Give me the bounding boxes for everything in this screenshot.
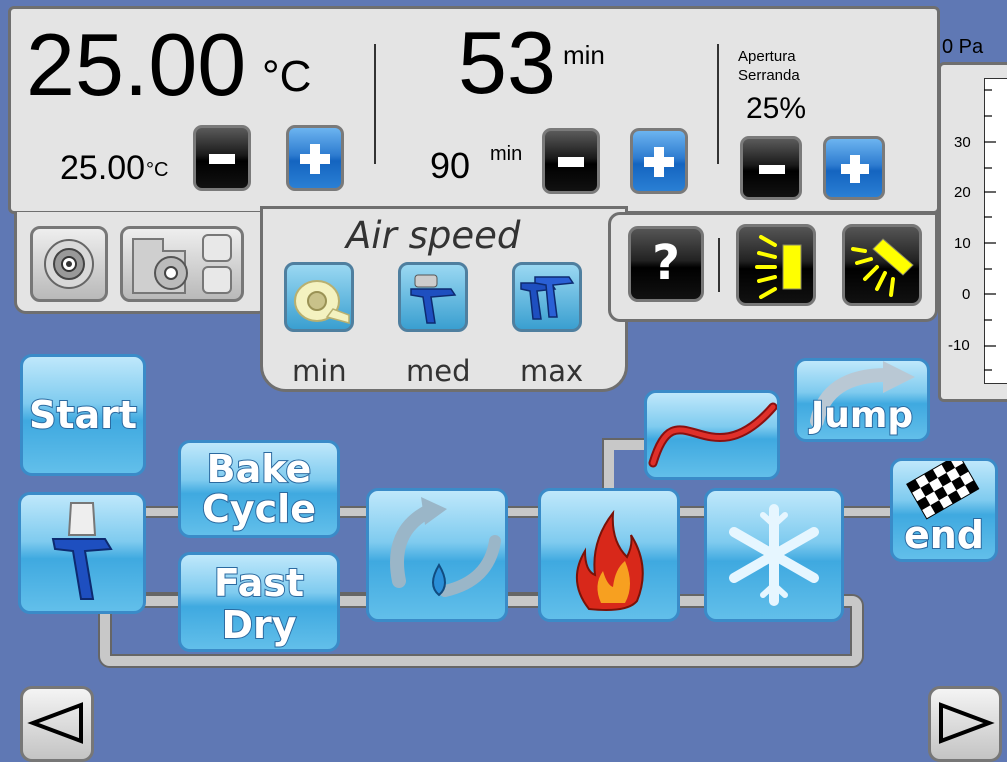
light-front-button[interactable]: [736, 224, 816, 306]
lamp-angle-icon: [851, 238, 914, 297]
minus-icon: [759, 165, 785, 174]
bake-label-line1: Bake: [206, 446, 313, 492]
pressure-tick-10: 10: [954, 235, 971, 252]
air-speed-min-button[interactable]: [284, 262, 354, 332]
snowflake-icon: [729, 504, 819, 606]
air-speed-min-label: min: [292, 354, 347, 388]
cooling-button[interactable]: [704, 488, 844, 622]
triangle-left-icon: [27, 702, 83, 744]
end-label: end: [903, 512, 985, 558]
pressure-tick-0: 0: [962, 286, 971, 303]
evaporation-icon: [390, 497, 501, 597]
time-minus-button[interactable]: [542, 128, 600, 194]
ramp-curve-icon: [648, 402, 777, 468]
divider: [717, 44, 719, 164]
start-label: Start: [28, 392, 138, 438]
fire-icon: [575, 509, 644, 611]
damper-minus-button[interactable]: [740, 136, 802, 200]
pressure-tick-30: 30: [954, 134, 971, 151]
temperature-unit: °C: [262, 52, 312, 101]
air-speed-max-label: max: [520, 354, 584, 388]
previous-page-button[interactable]: [20, 686, 94, 762]
bake-label-line2: Cycle: [201, 486, 317, 532]
end-button[interactable]: end: [890, 458, 998, 562]
flash-off-button[interactable]: [366, 488, 508, 622]
temperature-value: 25.00: [26, 15, 247, 114]
next-page-button[interactable]: [928, 686, 1002, 762]
air-speed-max-button[interactable]: [512, 262, 582, 332]
jump-button[interactable]: Jump: [794, 358, 930, 442]
fast-dry-button[interactable]: Fast Dry: [178, 552, 340, 652]
tape-roll-icon: [294, 280, 350, 324]
help-icon: ?: [652, 235, 680, 291]
plus-icon-vertical: [654, 147, 664, 177]
triangle-right-icon: [939, 702, 995, 744]
time-setpoint: 90: [430, 145, 471, 186]
spray-step-button[interactable]: [18, 492, 146, 614]
air-speed-med-label: med: [406, 354, 471, 388]
spray-gun-icon: [410, 274, 457, 324]
divider: [718, 238, 720, 292]
temperature-setpoint-unit: °C: [146, 159, 169, 181]
double-spray-gun-icon: [520, 276, 575, 320]
fan-icon: [44, 239, 94, 289]
pressure-tick-20: 20: [954, 184, 971, 201]
time-plus-button[interactable]: [630, 128, 688, 194]
time-value: 53: [458, 13, 556, 112]
fast-label-line2: Dry: [220, 602, 297, 648]
fast-label-line1: Fast: [213, 560, 305, 606]
ramp-button[interactable]: [644, 390, 780, 480]
time-setpoint-unit: min: [490, 143, 523, 165]
blower-button[interactable]: [120, 226, 244, 302]
light-angle-button[interactable]: [842, 224, 922, 306]
pressure-tick-minus10: -10: [948, 337, 970, 354]
start-button[interactable]: Start: [20, 354, 146, 476]
pressure-value: 0 Pa: [942, 36, 984, 58]
plus-icon-vertical: [310, 144, 320, 174]
temperature-setpoint: 25.00: [60, 149, 146, 187]
temperature-minus-button[interactable]: [193, 125, 251, 191]
lamp-front-icon: [755, 235, 802, 299]
damper-value: 25%: [746, 92, 807, 125]
help-button[interactable]: ?: [628, 226, 704, 302]
minus-icon: [558, 157, 584, 167]
temperature-plus-button[interactable]: [286, 125, 344, 191]
bake-cycle-button[interactable]: Bake Cycle: [178, 440, 340, 538]
damper-plus-button[interactable]: [823, 136, 885, 200]
divider: [374, 44, 376, 164]
heating-button[interactable]: [538, 488, 680, 622]
air-speed-title: Air speed: [346, 214, 521, 257]
damper-label-line2: Serranda: [738, 67, 800, 84]
minus-icon: [209, 154, 235, 164]
time-unit: min: [563, 40, 605, 70]
plus-icon-vertical: [850, 155, 860, 183]
jump-label: Jump: [810, 394, 914, 437]
control-screen: 25.00 °C 25.00 °C 53 min 90 min Apertura…: [0, 0, 1007, 762]
spray-gun-icon: [51, 502, 113, 600]
air-speed-med-button[interactable]: [398, 262, 468, 332]
damper-label-line1: Apertura: [738, 48, 796, 65]
blower-icon: [132, 234, 232, 294]
fan-button[interactable]: [30, 226, 108, 302]
